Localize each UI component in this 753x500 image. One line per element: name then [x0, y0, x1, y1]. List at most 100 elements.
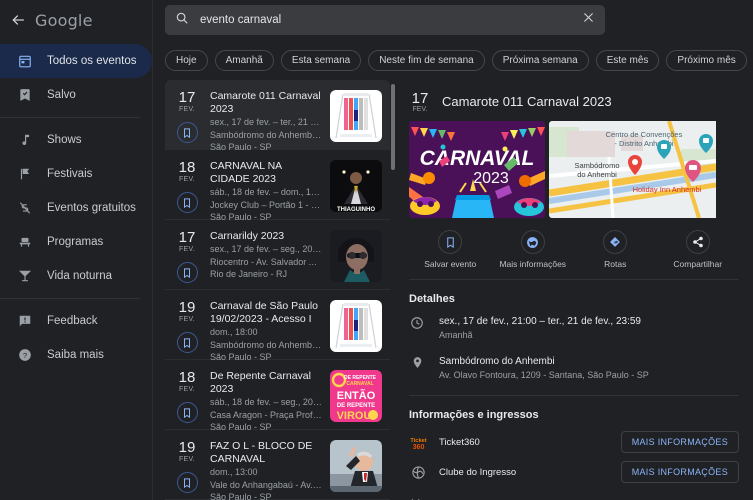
event-venue: Vale do Anhangabaú - Av. São J…	[210, 479, 322, 490]
close-icon[interactable]	[582, 11, 595, 29]
bookmark-icon[interactable]	[176, 332, 198, 353]
directions-button[interactable]: Rotas	[574, 230, 657, 269]
bookmark-icon[interactable]	[176, 122, 198, 143]
main-area: evento carnaval Hoje Amanhã Esta semana …	[153, 0, 753, 500]
share-icon	[685, 230, 710, 254]
bookmark-icon[interactable]	[176, 472, 198, 493]
sidebar-item-feedback[interactable]: Feedback	[0, 304, 152, 338]
event-list-item[interactable]: 18 FEV. CARNAVAL NA CIDADE 2023 sáb., 18…	[165, 150, 390, 222]
event-body: Camarote 011 Carnaval 2023 sex., 17 de f…	[210, 89, 322, 152]
detail-month: FEV.	[412, 106, 428, 113]
sidebar-item-label: Saiba mais	[47, 349, 104, 361]
sidebar-item-programas[interactable]: Programas	[0, 225, 152, 259]
carnaval-2023-poster[interactable]: CARNAVAL 2023	[409, 121, 545, 218]
sidebar-item-salvo[interactable]: Salvo	[0, 78, 152, 112]
sidebar-item-festivais[interactable]: Festivais	[0, 157, 152, 191]
save-event-button[interactable]: Salvar evento	[409, 230, 492, 269]
event-month: FEV.	[178, 246, 196, 253]
more-info-link[interactable]: MAIS INFORMAÇÕES	[620, 461, 739, 483]
event-day: 18	[178, 369, 196, 386]
event-dates: dom., 18:00	[210, 327, 258, 337]
more-info-link[interactable]: MAIS INFORMAÇÕES	[620, 431, 739, 453]
bookmark-icon[interactable]	[176, 402, 198, 423]
sidebar-item-label: Salvo	[47, 89, 76, 101]
chip-proxima-semana[interactable]: Próxima semana	[491, 50, 589, 71]
event-city: Rio de Janeiro - RJ	[210, 269, 288, 279]
action-label: Mais informações	[499, 259, 567, 269]
chip-proximo-mes[interactable]: Próximo mês	[666, 50, 747, 71]
sidebar-item-vida-noturna[interactable]: Vida noturna	[0, 259, 152, 293]
more-sources-toggle[interactable]: Mais fontes	[395, 491, 753, 500]
event-day: 17	[178, 89, 196, 106]
chip-esta-semana[interactable]: Esta semana	[280, 50, 362, 71]
venue-address: Av. Olavo Fontoura, 1209 - Santana, São …	[439, 370, 649, 380]
sidebar-item-label: Shows	[47, 134, 82, 146]
event-city: São Paulo - SP	[210, 212, 272, 222]
event-body: CARNAVAL NA CIDADE 2023 sáb., 18 de fev.…	[210, 159, 322, 222]
sidebar-item-saiba-mais[interactable]: ? Saiba mais	[0, 338, 152, 372]
chip-hoje[interactable]: Hoje	[165, 50, 208, 71]
sidebar-item-todos-os-eventos[interactable]: Todos os eventos	[0, 44, 152, 78]
sidebar: Google Todos os eventos Salvo Shows Fest…	[0, 0, 153, 500]
detail-actions: Salvar evento Mais informações Rotas Com…	[395, 218, 753, 279]
clock-icon	[409, 315, 425, 342]
bookmark-icon[interactable]	[176, 262, 198, 283]
event-list: 17 FEV. Camarote 011 Carnaval 2023 sex.,…	[165, 80, 390, 500]
event-list-item[interactable]: 17 FEV. Carnarildy 2023 sex., 17 de fev.…	[165, 220, 390, 290]
event-dates: sex., 17 de fev. – ter., 21 de fev.	[210, 117, 322, 127]
event-thumbnail: THIAGUINHO	[330, 160, 382, 212]
search-input[interactable]: evento carnaval	[200, 14, 571, 26]
svg-text:360: 360	[412, 442, 424, 450]
chip-amanha[interactable]: Amanhã	[214, 50, 274, 71]
sidebar-item-label: Eventos gratuitos	[47, 202, 136, 214]
event-venue: Riocentro - Av. Salvador Allende…	[210, 256, 322, 267]
event-thumbnail	[330, 440, 382, 492]
svg-text:Sambódromo: Sambódromo	[574, 161, 619, 170]
sidebar-item-shows[interactable]: Shows	[0, 123, 152, 157]
source-name: Ticket360	[439, 436, 480, 448]
venue-map-thumbnail[interactable]: Centro de Convenções - Distrito Anhembi …	[549, 121, 739, 218]
ticket-source-row: Clube do Ingresso MAIS INFORMAÇÕES	[395, 461, 753, 491]
svg-text:CARNAVAL: CARNAVAL	[420, 147, 535, 170]
sidebar-item-eventos-gratuitos[interactable]: Eventos gratuitos	[0, 191, 152, 225]
ticket360-logo: Ticket 360	[409, 433, 427, 451]
ticket-source-row: Ticket 360 Ticket360 MAIS INFORMAÇÕES	[395, 431, 753, 461]
event-day: 17	[178, 229, 196, 246]
share-button[interactable]: Compartilhar	[657, 230, 740, 269]
page-title: Camarote 011 Carnaval 2023	[442, 94, 612, 109]
event-body: Carnaval de São Paulo 19/02/2023 - Acess…	[210, 299, 322, 362]
source-name: Clube do Ingresso	[439, 466, 517, 478]
chip-este-mes[interactable]: Este mês	[595, 50, 660, 71]
back-arrow-icon[interactable]	[10, 12, 26, 28]
event-list-item[interactable]: 19 FEV. FAZ O L - BLOCO DE CARNAVAL dom.…	[165, 430, 390, 500]
detail-where: Sambódromo do Anhembi Av. Olavo Fontoura…	[439, 355, 649, 382]
detail-header: 17 FEV. Camarote 011 Carnaval 2023	[395, 80, 753, 121]
event-venue: Sambódromo do Anhembi - Av. …	[210, 339, 322, 350]
help-icon: ?	[17, 347, 33, 363]
event-datetime: sex., 17 de fev., 21:00 – ter., 21 de fe…	[439, 316, 641, 327]
bookmark-icon[interactable]	[176, 192, 198, 213]
search-icon	[175, 11, 189, 30]
event-thumbnail: DE REPENTE CARNAVAL ENTÃO DE REPENTE VIR…	[330, 370, 382, 422]
event-dates: sáb., 18 de fev. – seg., 20 de fev.	[210, 397, 322, 407]
detail-when-row: sex., 17 de fev., 21:00 – ter., 21 de fe…	[395, 315, 753, 355]
chevron-down-icon	[409, 495, 422, 500]
detail-where-row: Sambódromo do Anhembi Av. Olavo Fontoura…	[395, 355, 753, 395]
event-list-item[interactable]: 19 FEV. Carnaval de São Paulo 19/02/2023…	[165, 290, 390, 362]
music-note-icon	[17, 132, 33, 148]
event-month: FEV.	[178, 386, 196, 393]
details-section-title: Detalhes	[409, 293, 455, 305]
event-city: São Paulo - SP	[210, 142, 272, 152]
event-body: Carnarildy 2023 sex., 17 de fev. – seg.,…	[210, 229, 322, 280]
chip-neste-fim-de-semana[interactable]: Neste fim de semana	[368, 50, 485, 71]
event-date: 18 FEV.	[172, 369, 202, 423]
event-title: CARNAVAL NA CIDADE 2023	[210, 160, 282, 185]
event-list-item[interactable]: 17 FEV. Camarote 011 Carnaval 2023 sex.,…	[165, 80, 390, 152]
flag-icon	[17, 166, 33, 182]
event-list-item[interactable]: 18 FEV. De Repente Carnaval 2023 sáb., 1…	[165, 360, 390, 432]
search-box[interactable]: evento carnaval	[165, 5, 605, 35]
bookmark-check-icon	[17, 87, 33, 103]
svg-text:?: ?	[23, 351, 27, 360]
more-info-button[interactable]: Mais informações	[492, 230, 575, 269]
event-month: FEV.	[178, 316, 196, 323]
